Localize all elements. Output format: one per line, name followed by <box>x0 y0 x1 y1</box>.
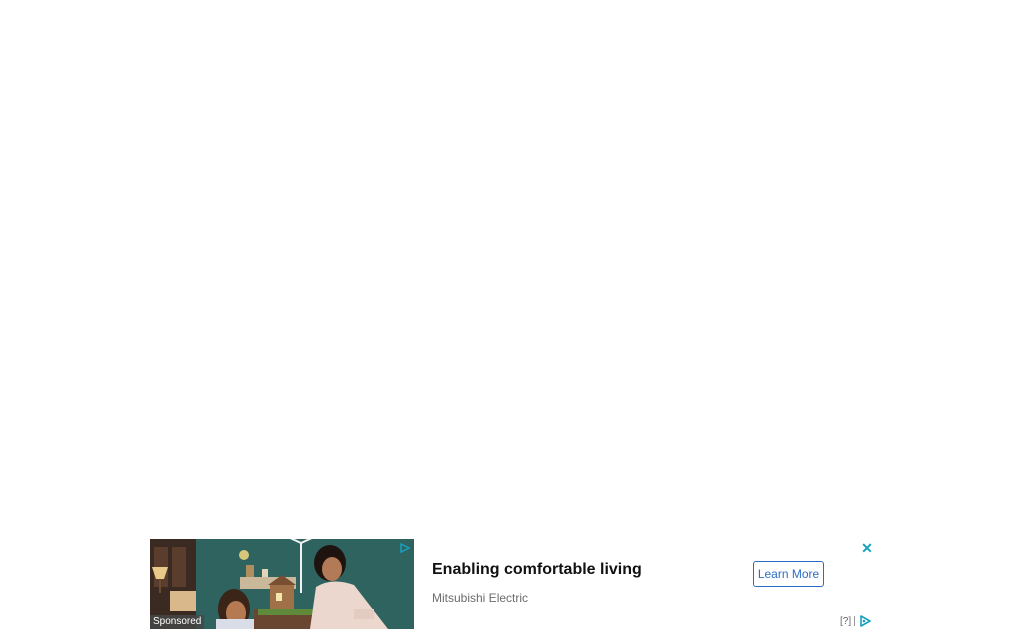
learn-more-button[interactable]: Learn More <box>753 561 824 587</box>
ad-advertiser[interactable]: Mitsubishi Electric <box>432 591 528 605</box>
close-icon[interactable]: ✕ <box>860 541 874 555</box>
sponsored-label: Sponsored <box>150 615 205 629</box>
adchoices[interactable]: [?] <box>840 614 872 628</box>
ad-banner[interactable]: Sponsored Enabling comfortable living Mi… <box>148 537 878 629</box>
ad-headline[interactable]: Enabling comfortable living <box>432 561 642 579</box>
adchoices-icon[interactable] <box>858 614 872 628</box>
adchoices-help-link[interactable]: [?] <box>840 616 851 627</box>
adchoices-mini-icon <box>400 543 410 553</box>
page: Sponsored Enabling comfortable living Mi… <box>0 0 1024 629</box>
adchoices-divider <box>854 616 856 626</box>
ad-image[interactable]: Sponsored <box>150 539 414 629</box>
